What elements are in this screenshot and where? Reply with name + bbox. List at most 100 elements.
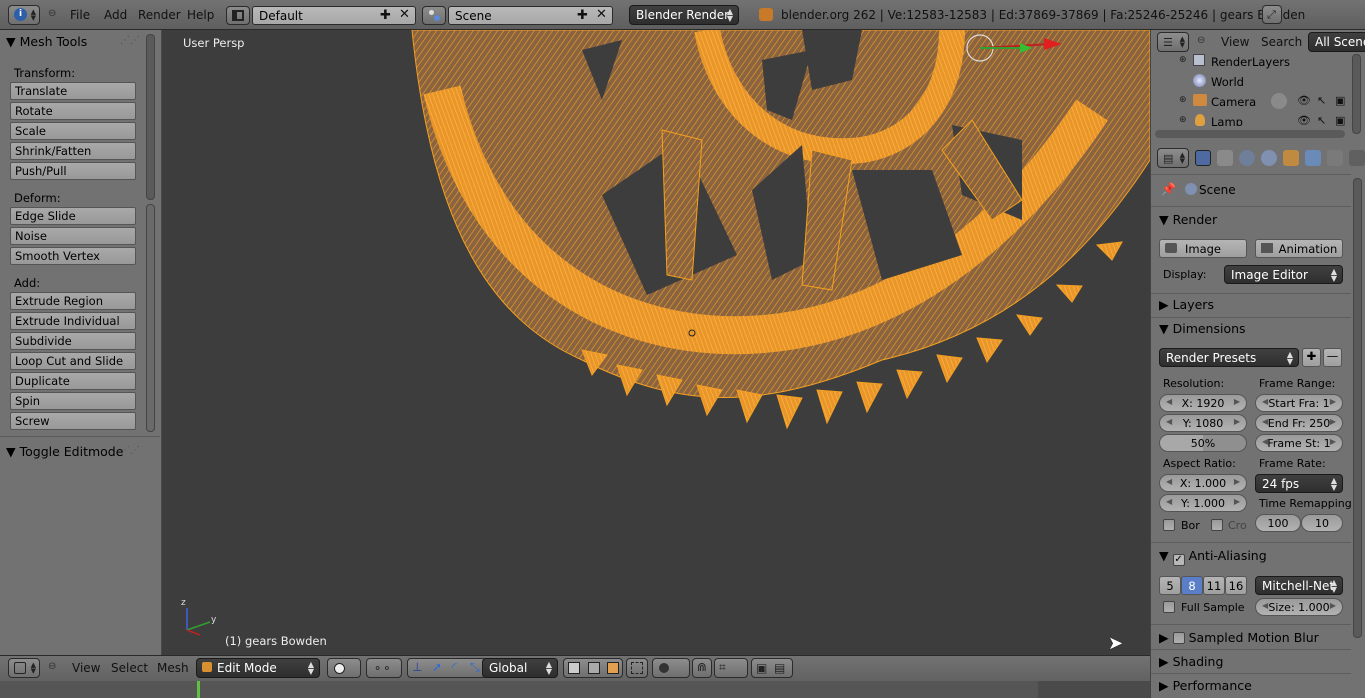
spin-button[interactable]: Spin xyxy=(10,392,136,410)
pivot-point-dropdown[interactable]: ⚬⚬ xyxy=(366,658,402,678)
outliner-hscrollbar[interactable] xyxy=(1155,130,1345,138)
face-select-icon[interactable] xyxy=(607,662,619,674)
3d-viewport[interactable]: User Persp y z (1) gears Bowden ➤ xyxy=(162,30,1150,655)
render-camera-icon[interactable]: ▣ xyxy=(1335,94,1345,107)
increment-icon[interactable]: ▶ xyxy=(1234,497,1240,506)
resolution-x-field[interactable]: ◀ X: 1920 ▶ xyxy=(1159,394,1247,412)
render-presets-dropdown[interactable]: Render Presets ▲ ▼ xyxy=(1159,348,1299,367)
crop-checkbox[interactable] xyxy=(1211,519,1223,531)
translate-button[interactable]: Translate xyxy=(10,82,136,100)
outliner-scrollbar[interactable] xyxy=(1352,54,1361,134)
noise-button[interactable]: Noise xyxy=(10,227,136,245)
toggle-editmode-panel-header[interactable]: ▼ Toggle Editmode xyxy=(6,444,123,459)
delete-screen-icon[interactable]: ✕ xyxy=(399,7,410,22)
dimensions-panel-header[interactable]: ▼ Dimensions xyxy=(1159,321,1246,336)
decrement-icon[interactable]: ◀ xyxy=(1262,397,1268,406)
aa-samples-8[interactable]: 8 xyxy=(1181,576,1203,595)
scene-tab-icon[interactable] xyxy=(1239,150,1255,166)
screen-layout-icon[interactable] xyxy=(226,6,250,25)
fullscreen-icon[interactable]: ⤢ xyxy=(1262,5,1282,24)
border-checkbox[interactable] xyxy=(1163,519,1175,531)
render-animation-button[interactable]: Animation xyxy=(1255,239,1343,258)
menu-add[interactable]: Add xyxy=(104,8,127,22)
camera-data-icon[interactable] xyxy=(1271,93,1287,109)
end-frame-field[interactable]: ◀ End Fr: 250 ▶ xyxy=(1255,414,1343,432)
filter-size-field[interactable]: ◀ Size: 1.000 ▶ xyxy=(1255,598,1343,616)
collapse-menu-icon[interactable]: ⊖ xyxy=(48,661,56,672)
aa-filter-dropdown[interactable]: Mitchell-Net ▲ ▼ xyxy=(1255,576,1343,595)
menu-file[interactable]: File xyxy=(70,8,90,22)
remap-new-field[interactable]: 10 xyxy=(1301,514,1343,532)
menu-help[interactable]: Help xyxy=(187,8,214,22)
drag-handle-icon[interactable]: ⋰⋰ xyxy=(120,445,140,456)
snap-toggle[interactable]: ⋒ xyxy=(692,658,712,678)
expand-icon[interactable]: ⊕ xyxy=(1179,115,1187,125)
resolution-percentage-slider[interactable]: 50% xyxy=(1159,434,1247,452)
render-tab-icon[interactable] xyxy=(1195,150,1211,166)
manipulator-group[interactable]: ⊥ ➚ ◜ ⤡ xyxy=(407,658,487,678)
performance-panel-header[interactable]: ▶ Performance xyxy=(1159,678,1252,693)
increment-icon[interactable]: ▶ xyxy=(1234,477,1240,486)
antialiasing-checkbox[interactable]: ✓ xyxy=(1172,554,1185,566)
subdivide-button[interactable]: Subdivide xyxy=(10,332,136,350)
render-layers-tab-icon[interactable] xyxy=(1217,150,1233,166)
vertex-select-icon[interactable] xyxy=(568,662,580,674)
mode-dropdown[interactable]: Edit Mode ▲ ▼ xyxy=(196,658,320,678)
outliner-menu-search[interactable]: Search xyxy=(1261,35,1302,49)
frame-rate-dropdown[interactable]: 24 fps ▲ ▼ xyxy=(1255,474,1343,493)
increment-icon[interactable]: ▶ xyxy=(1330,601,1336,610)
edge-slide-button[interactable]: Edge Slide xyxy=(10,207,136,225)
decrement-icon[interactable]: ◀ xyxy=(1166,477,1172,486)
smooth-vertex-button[interactable]: Smooth Vertex xyxy=(10,247,136,265)
drag-handle-icon[interactable]: ⋰⋰ xyxy=(120,35,140,46)
world-tab-icon[interactable] xyxy=(1261,150,1277,166)
increment-icon[interactable]: ▶ xyxy=(1234,417,1240,426)
display-dropdown[interactable]: Image Editor ▲ ▼ xyxy=(1224,265,1343,284)
transform-orientation-dropdown[interactable]: Global ▲ ▼ xyxy=(482,658,558,678)
decrement-icon[interactable]: ◀ xyxy=(1166,417,1172,426)
extrude-region-button[interactable]: Extrude Region xyxy=(10,292,136,310)
decrement-icon[interactable]: ◀ xyxy=(1166,497,1172,506)
motion-blur-checkbox[interactable] xyxy=(1172,632,1185,644)
render-opengl-group[interactable]: ▣ ▤ xyxy=(751,658,793,678)
add-preset-button[interactable]: ✚ xyxy=(1302,348,1321,367)
render-panel-header[interactable]: ▼ Render xyxy=(1159,212,1217,227)
start-frame-field[interactable]: ◀ Start Fra: 1 ▶ xyxy=(1255,394,1343,412)
object-tab-icon[interactable] xyxy=(1283,150,1299,166)
proportional-edit-dropdown[interactable] xyxy=(652,658,690,678)
aa-samples-16[interactable]: 16 xyxy=(1225,576,1247,595)
increment-icon[interactable]: ▶ xyxy=(1330,397,1336,406)
increment-icon[interactable]: ▶ xyxy=(1234,397,1240,406)
outliner-item-renderlayers[interactable]: ⊕ RenderLayers xyxy=(1151,52,1351,72)
data-tab-icon[interactable] xyxy=(1349,150,1365,166)
remove-preset-button[interactable]: — xyxy=(1323,348,1342,367)
expand-icon[interactable]: ⊕ xyxy=(1179,95,1187,105)
loop-cut-slide-button[interactable]: Loop Cut and Slide xyxy=(10,352,136,370)
gears-mesh[interactable]: y z xyxy=(162,30,1150,655)
scene-field[interactable]: Scene xyxy=(448,6,613,25)
pin-icon[interactable]: 📌 xyxy=(1161,182,1176,196)
editor-type-button[interactable]: ☰ ▲ ▼ xyxy=(1157,32,1189,52)
add-screen-icon[interactable]: ✚ xyxy=(380,8,391,23)
increment-icon[interactable]: ▶ xyxy=(1330,437,1336,446)
decrement-icon[interactable]: ◀ xyxy=(1166,397,1172,406)
rotate-manipulator-icon[interactable]: ◜ xyxy=(452,660,457,674)
editor-type-button[interactable]: ▲ ▼ xyxy=(8,658,40,678)
antialiasing-panel-header[interactable]: ▼ ✓ Anti-Aliasing xyxy=(1159,548,1267,566)
scene-icon[interactable] xyxy=(422,6,446,25)
outliner-menu-view[interactable]: View xyxy=(1221,35,1249,49)
aspect-x-field[interactable]: ◀ X: 1.000 ▶ xyxy=(1159,474,1247,492)
editor-type-button[interactable]: i ▲ ▼ xyxy=(8,5,40,25)
rotate-button[interactable]: Rotate xyxy=(10,102,136,120)
decrement-icon[interactable]: ◀ xyxy=(1262,437,1268,446)
menu-render[interactable]: Render xyxy=(138,8,181,22)
select-arrow-icon[interactable]: ↖ xyxy=(1317,114,1326,126)
expand-icon[interactable]: ⊕ xyxy=(1179,55,1187,65)
push-pull-button[interactable]: Push/Pull xyxy=(10,162,136,180)
toolshelf-scrollbar[interactable] xyxy=(146,34,155,200)
outliner-item-lamp[interactable]: ⊕ Lamp 👁 ↖ ▣ xyxy=(1151,112,1351,126)
decrement-icon[interactable]: ◀ xyxy=(1262,417,1268,426)
scale-manipulator-icon[interactable]: ⤡ xyxy=(470,660,480,675)
viewport-shading-dropdown[interactable] xyxy=(327,658,361,678)
add-scene-icon[interactable]: ✚ xyxy=(577,8,588,23)
